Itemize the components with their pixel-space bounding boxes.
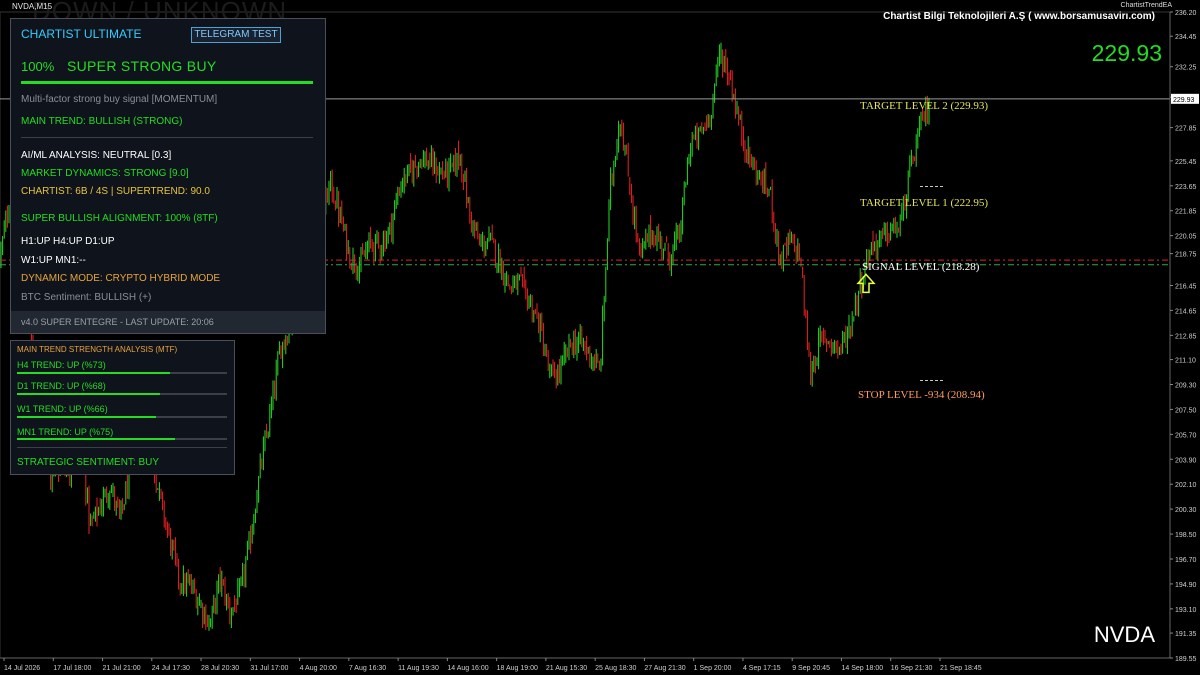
x-tick-label: 21 Jul 21:00: [103, 665, 141, 672]
y-tick-label: 220.05: [1175, 234, 1197, 241]
y-tick-label: 227.85: [1175, 126, 1197, 133]
chart-symbol-title: NVDA,M15: [12, 2, 53, 11]
btc-sentiment-text: BTC Sentiment: BULLISH (+): [21, 292, 152, 303]
x-tick-label: 4 Sep 17:15: [743, 665, 781, 672]
signal-percentage: 100%: [21, 59, 55, 74]
x-tick-label: 14 Aug 16:00: [447, 665, 488, 672]
mtf-strength-fill: [17, 416, 156, 418]
x-tick-label: 1 Sep 20:00: [694, 665, 732, 672]
main-trend-text: MAIN TREND: BULLISH (STRONG): [21, 116, 183, 127]
target-level-2-label: TARGET LEVEL 2 (229.93): [860, 100, 989, 112]
y-tick-label: 198.50: [1175, 532, 1197, 539]
mtf-row-label: MN1 TREND: UP (%75): [17, 427, 114, 437]
x-tick-label: 27 Aug 21:30: [644, 665, 685, 672]
mtf-strength-fill: [17, 438, 175, 440]
y-tick-label: 214.65: [1175, 308, 1197, 315]
current-price-display: 229.93: [1091, 40, 1162, 66]
y-tick-label: 218.75: [1175, 252, 1197, 259]
chartist-ultimate-panel: CHARTIST ULTIMATE TELEGRAM TEST 100% SUP…: [10, 18, 326, 334]
divider: [17, 447, 227, 448]
price-axis: 236.20234.45232.25230.05229.93227.85225.…: [1169, 10, 1199, 663]
alignment-text: SUPER BULLISH ALIGNMENT: 100% (8TF): [21, 213, 218, 224]
y-tick-label: 209.30: [1175, 383, 1197, 390]
y-tick-label: 216.45: [1175, 283, 1197, 290]
timeframes-line-2: W1:UP MN1:--: [21, 255, 86, 266]
telegram-test-button[interactable]: TELEGRAM TEST: [191, 27, 281, 43]
x-tick-label: 25 Aug 18:30: [595, 665, 636, 672]
y-tick-label: 223.65: [1175, 184, 1197, 191]
dynamic-mode-text: DYNAMIC MODE: CRYPTO HYBRID MODE: [21, 273, 221, 284]
y-tick-label: 211.10: [1175, 358, 1196, 365]
mtf-strength-fill: [17, 393, 160, 395]
signal-description: Multi-factor strong buy signal [MOMENTUM…: [21, 94, 218, 105]
mtf-row-label: H4 TREND: UP (%73): [17, 360, 106, 370]
y-tick-label: 194.90: [1175, 582, 1197, 589]
y-tick-label: 234.45: [1175, 34, 1197, 41]
signal-label: SUPER STRONG BUY: [67, 58, 217, 74]
x-tick-label: 16 Sep 21:30: [891, 665, 933, 672]
x-tick-label: 28 Jul 20:30: [201, 665, 239, 672]
mtf-row-label: D1 TREND: UP (%68): [17, 381, 106, 391]
x-tick-label: 18 Aug 19:00: [497, 665, 538, 672]
y-tick-label: 191.35: [1175, 631, 1197, 638]
ai-ml-analysis-text: AI/ML ANALYSIS: NEUTRAL [0.3]: [21, 150, 172, 161]
x-tick-label: 21 Aug 15:30: [546, 665, 587, 672]
mtf-trend-panel: MAIN TREND STRENGTH ANALYSIS (MTF) H4 TR…: [10, 340, 235, 475]
strategic-sentiment-text: STRATEGIC SENTIMENT: BUY: [17, 457, 160, 468]
x-tick-label: 31 Jul 17:00: [250, 665, 288, 672]
y-tick-label: 221.85: [1175, 209, 1197, 216]
mtf-strength-fill: [17, 372, 171, 374]
y-tick-label: 200.30: [1175, 507, 1197, 514]
time-axis: 14 Jul 2026 17 Jul 18:00 21 Jul 21:00 24 Ju…: [0, 657, 1170, 672]
x-tick-label: 24 Jul 17:30: [152, 665, 190, 672]
current-price-tag-text: 229.93: [1173, 97, 1195, 104]
y-tick-label: 202.10: [1175, 482, 1197, 489]
y-tick-label: 203.90: [1175, 457, 1197, 464]
mtf-strength-bar: [17, 372, 227, 374]
x-tick-label: 14 Jul 2026: [4, 665, 40, 672]
signal-level-label: SIGNAL LEVEL (218.28): [862, 261, 980, 273]
x-tick-label: 7 Aug 16:30: [349, 665, 386, 672]
version-update-text: v4.0 SUPER ENTEGRE - LAST UPDATE: 20:06: [21, 317, 214, 327]
mtf-strength-bar: [17, 416, 227, 418]
expert-advisor-name: ChartistTrendEA: [1120, 2, 1172, 9]
chartist-supertrend-text: CHARTIST: 6B / 4S | SUPERTREND: 90.0: [21, 186, 210, 197]
y-tick-label: 212.85: [1175, 333, 1197, 340]
mtf-strength-bar: [17, 393, 227, 395]
symbol-label: NVDA: [1093, 622, 1155, 647]
y-tick-label: 193.10: [1175, 607, 1197, 614]
panel-title: CHARTIST ULTIMATE: [21, 27, 142, 41]
y-tick-label: 232.25: [1175, 65, 1197, 72]
signal-strength-bar: [21, 81, 313, 84]
y-tick-label: 225.45: [1175, 159, 1197, 166]
market-dynamics-text: MARKET DYNAMICS: STRONG [9.0]: [21, 168, 189, 179]
x-tick-label: 14 Sep 18:00: [841, 665, 883, 672]
x-tick-label: 9 Sep 20:45: [792, 665, 830, 672]
x-tick-label: 17 Jul 18:00: [53, 665, 91, 672]
y-tick-label: 236.20: [1175, 10, 1197, 17]
timeframes-line-1: H1:UP H4:UP D1:UP: [21, 236, 115, 247]
mtf-strength-bar: [17, 438, 227, 440]
y-tick-label: 189.55: [1175, 656, 1197, 663]
y-tick-label: 207.50: [1175, 407, 1197, 414]
y-tick-label: 196.70: [1175, 557, 1197, 564]
stop-level-label: STOP LEVEL -934 (208.94): [858, 389, 985, 401]
target-level-1-label: TARGET LEVEL 1 (222.95): [860, 197, 989, 209]
brand-label: Chartist Bilgi Teknolojileri A.Ş ( www.b…: [883, 11, 1155, 22]
divider: [21, 137, 313, 138]
mtf-row-label: W1 TREND: UP (%66): [17, 404, 108, 414]
mtf-panel-title: MAIN TREND STRENGTH ANALYSIS (MTF): [17, 345, 178, 354]
x-tick-label: 21 Sep 18:45: [940, 665, 982, 672]
x-tick-label: 11 Aug 19:30: [398, 665, 439, 672]
y-tick-label: 205.70: [1175, 432, 1197, 439]
x-tick-label: 4 Aug 20:00: [300, 665, 337, 672]
